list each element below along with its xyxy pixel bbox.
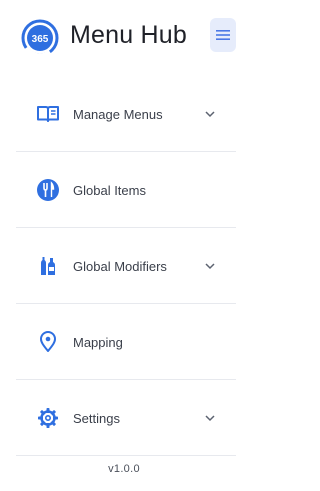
- chevron-down-icon[interactable]: [204, 109, 216, 119]
- fork-knife-icon: [37, 179, 59, 201]
- sidebar-item-label: Mapping: [73, 335, 123, 350]
- sidebar-nav: Manage Menus Global Items Global Modifie…: [16, 76, 236, 456]
- sidebar-item-global-modifiers[interactable]: Global Modifiers: [16, 228, 236, 304]
- version-label: v1.0.0: [108, 463, 140, 475]
- gear-icon: [38, 408, 58, 428]
- map-pin-icon: [40, 331, 56, 352]
- sidebar-item-manage-menus[interactable]: Manage Menus: [16, 76, 236, 152]
- sidebar-item-label: Global Modifiers: [73, 259, 167, 274]
- chevron-down-icon[interactable]: [204, 261, 216, 271]
- app-header: 365 Menu Hub: [0, 0, 248, 76]
- sidebar-item-label: Settings: [73, 411, 120, 426]
- logo-text: 365: [32, 34, 49, 45]
- sidebar-item-settings[interactable]: Settings: [16, 380, 236, 456]
- sidebar-item-label: Manage Menus: [73, 107, 163, 122]
- sidebar-item-global-items[interactable]: Global Items: [16, 152, 236, 228]
- hamburger-icon: [216, 30, 230, 40]
- logo: 365: [21, 19, 59, 58]
- menu-toggle-button[interactable]: [210, 18, 236, 52]
- app-title: Menu Hub: [70, 21, 187, 49]
- sidebar-item-mapping[interactable]: Mapping: [16, 304, 236, 380]
- bottles-icon: [41, 257, 55, 275]
- chevron-down-icon[interactable]: [204, 413, 216, 423]
- sidebar-item-label: Global Items: [73, 183, 146, 198]
- open-book-icon: [37, 106, 59, 122]
